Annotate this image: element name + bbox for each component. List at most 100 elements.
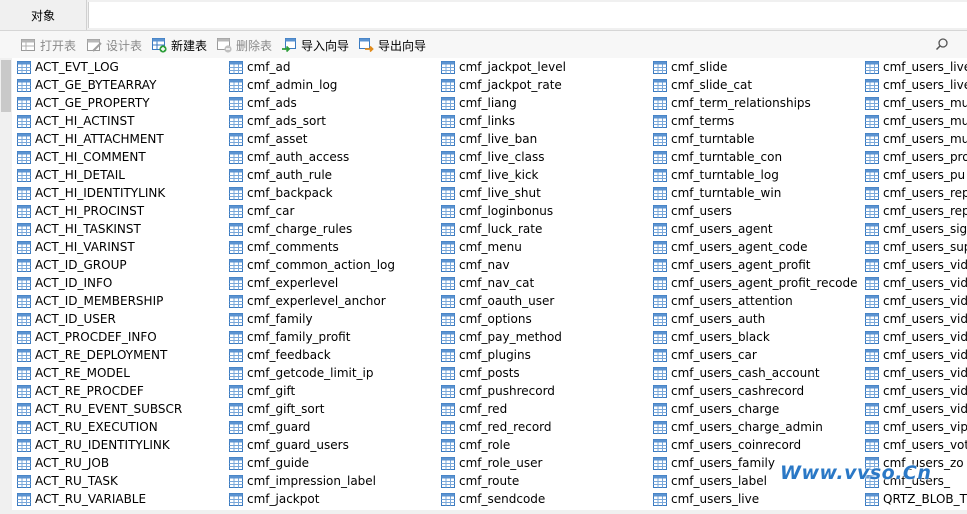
table-list-item[interactable]: ACT_HI_DETAIL — [17, 166, 125, 184]
table-list-item[interactable]: ACT_RU_TASK — [17, 472, 118, 490]
table-list-item[interactable]: cmf_users_vid — [865, 346, 967, 364]
tab-objects[interactable]: 对象 — [0, 0, 87, 30]
table-list-item[interactable]: ACT_ID_INFO — [17, 274, 112, 292]
table-list-item[interactable]: cmf_experlevel — [229, 274, 338, 292]
table-list-item[interactable]: cmf_live_ban — [441, 130, 537, 148]
export-wizard-button[interactable]: 导出向导 — [358, 35, 426, 55]
table-list-item[interactable]: cmf_live_class — [441, 148, 544, 166]
table-list-item[interactable]: cmf_users_charge_admin — [653, 418, 823, 436]
table-list-item[interactable]: cmf_users_vid — [865, 292, 967, 310]
table-list-item[interactable]: cmf_users_agent_profit — [653, 256, 811, 274]
table-list-item[interactable]: cmf_ads — [229, 94, 297, 112]
table-list-item[interactable]: cmf_auth_access — [229, 148, 349, 166]
open-table-button[interactable]: 打开表 — [20, 35, 76, 55]
table-list-item[interactable]: cmf_role — [441, 436, 510, 454]
table-list-item[interactable]: ACT_HI_VARINST — [17, 238, 135, 256]
table-list-item[interactable]: cmf_feedback — [229, 346, 331, 364]
table-list-item[interactable]: ACT_HI_PROCINST — [17, 202, 144, 220]
table-list-item[interactable]: ACT_GE_BYTEARRAY — [17, 76, 156, 94]
table-list-item[interactable]: cmf_users_rep — [865, 202, 967, 220]
search-icon[interactable] — [935, 37, 949, 51]
table-list-item[interactable]: cmf_users_vid — [865, 364, 967, 382]
table-list-item[interactable]: cmf_slide_cat — [653, 76, 752, 94]
table-list-item[interactable]: cmf_gift_sort — [229, 400, 324, 418]
table-list-item[interactable]: cmf_users_vid — [865, 328, 967, 346]
table-list-item[interactable]: ACT_GE_PROPERTY — [17, 94, 150, 112]
table-list-item[interactable]: cmf_users_coinrecord — [653, 436, 801, 454]
table-list-item[interactable]: cmf_route — [441, 472, 519, 490]
table-list-item[interactable]: cmf_role_user — [441, 454, 542, 472]
table-list-item[interactable]: cmf_jackpot — [229, 490, 319, 508]
table-list-item[interactable]: ACT_ID_GROUP — [17, 256, 127, 274]
table-list-item[interactable]: cmf_impression_label — [229, 472, 376, 490]
table-list-item[interactable]: cmf_users_live — [653, 490, 759, 508]
table-list-item[interactable]: cmf_luck_rate — [441, 220, 542, 238]
horizontal-scrollbar[interactable] — [0, 510, 967, 514]
table-list-item[interactable]: ACT_RU_VARIABLE — [17, 490, 146, 508]
table-list-item[interactable]: cmf_users_black — [653, 328, 770, 346]
table-list-item[interactable]: cmf_family — [229, 310, 313, 328]
table-list-item[interactable]: ACT_RU_IDENTITYLINK — [17, 436, 170, 454]
table-list-item[interactable]: ACT_RU_JOB — [17, 454, 109, 472]
table-list-item[interactable]: cmf_posts — [441, 364, 520, 382]
table-list-item[interactable]: cmf_users_family — [653, 454, 775, 472]
table-list-item[interactable]: cmf_users_auth — [653, 310, 765, 328]
table-list-item[interactable]: cmf_sendcode — [441, 490, 545, 508]
table-list-item[interactable]: cmf_users_pu — [865, 166, 965, 184]
table-list-item[interactable]: cmf_turntable_log — [653, 166, 779, 184]
table-list-item[interactable]: cmf_users_vid — [865, 274, 967, 292]
table-list-item[interactable]: cmf_getcode_limit_ip — [229, 364, 374, 382]
table-list-item[interactable]: cmf_menu — [441, 238, 522, 256]
table-list-item[interactable]: cmf_users_vot — [865, 436, 967, 454]
table-list-item[interactable]: cmf_turntable_con — [653, 148, 782, 166]
table-list-item[interactable]: cmf_term_relationships — [653, 94, 811, 112]
table-list-item[interactable]: cmf_backpack — [229, 184, 333, 202]
table-list-item[interactable]: cmf_admin_log — [229, 76, 337, 94]
table-list-item[interactable]: cmf_users_vid — [865, 256, 967, 274]
table-list-item[interactable]: cmf_family_profit — [229, 328, 350, 346]
table-list-item[interactable]: cmf_users_label — [653, 472, 767, 490]
table-list-item[interactable]: cmf_liang — [441, 94, 517, 112]
import-wizard-button[interactable]: 导入向导 — [281, 35, 349, 55]
scrollbar-thumb[interactable] — [1, 60, 11, 112]
table-list-item[interactable]: ACT_ID_USER — [17, 310, 116, 328]
table-list-item[interactable]: cmf_jackpot_level — [441, 58, 566, 76]
table-list-item[interactable]: cmf_live_shut — [441, 184, 541, 202]
table-list-item[interactable]: cmf_users_agent_profit_recode — [653, 274, 858, 292]
table-list-item[interactable]: cmf_red_record — [441, 418, 552, 436]
table-list-item[interactable]: ACT_HI_COMMENT — [17, 148, 146, 166]
table-list-item[interactable]: cmf_users_vid — [865, 382, 967, 400]
table-list-item[interactable]: cmf_users_pro — [865, 148, 967, 166]
table-list-item[interactable]: QRTZ_BLOB_T — [865, 490, 967, 508]
table-list-item[interactable]: cmf_guard_users — [229, 436, 349, 454]
table-list-item[interactable]: cmf_plugins — [441, 346, 531, 364]
table-list-item[interactable]: cmf_users_vid — [865, 400, 967, 418]
table-list-item[interactable]: cmf_oauth_user — [441, 292, 554, 310]
table-list-item[interactable]: cmf_jackpot_rate — [441, 76, 562, 94]
new-table-button[interactable]: 新建表 — [151, 35, 207, 55]
table-list-item[interactable]: cmf_common_action_log — [229, 256, 395, 274]
table-list-item[interactable]: ACT_HI_ATTACHMENT — [17, 130, 164, 148]
table-list-item[interactable]: cmf_users_cashrecord — [653, 382, 804, 400]
table-list-item[interactable]: cmf_asset — [229, 130, 307, 148]
table-list-item[interactable]: ACT_RE_MODEL — [17, 364, 130, 382]
table-list-item[interactable]: cmf_users_car — [653, 346, 757, 364]
table-list-item[interactable]: cmf_comments — [229, 238, 339, 256]
table-list-item[interactable]: ACT_RU_EXECUTION — [17, 418, 158, 436]
delete-table-button[interactable]: 删除表 — [216, 35, 272, 55]
table-list-item[interactable]: cmf_red — [441, 400, 507, 418]
design-table-button[interactable]: 设计表 — [86, 35, 142, 55]
table-list-item[interactable]: cmf_guard — [229, 418, 310, 436]
table-list-item[interactable]: cmf_car — [229, 202, 294, 220]
table-list-item[interactable]: cmf_guide — [229, 454, 309, 472]
table-list-item[interactable]: cmf_users_agent_code — [653, 238, 808, 256]
table-list-item[interactable]: ACT_ID_MEMBERSHIP — [17, 292, 163, 310]
table-list-item[interactable]: cmf_users_mu — [865, 94, 967, 112]
table-list-item[interactable]: cmf_terms — [653, 112, 734, 130]
table-list-item[interactable]: cmf_ad — [229, 58, 290, 76]
table-list-item[interactable]: cmf_nav — [441, 256, 510, 274]
table-list-item[interactable]: cmf_charge_rules — [229, 220, 352, 238]
table-list-item[interactable]: ACT_HI_IDENTITYLINK — [17, 184, 165, 202]
table-list-item[interactable]: cmf_users_vid — [865, 310, 967, 328]
table-list-item[interactable]: cmf_options — [441, 310, 532, 328]
